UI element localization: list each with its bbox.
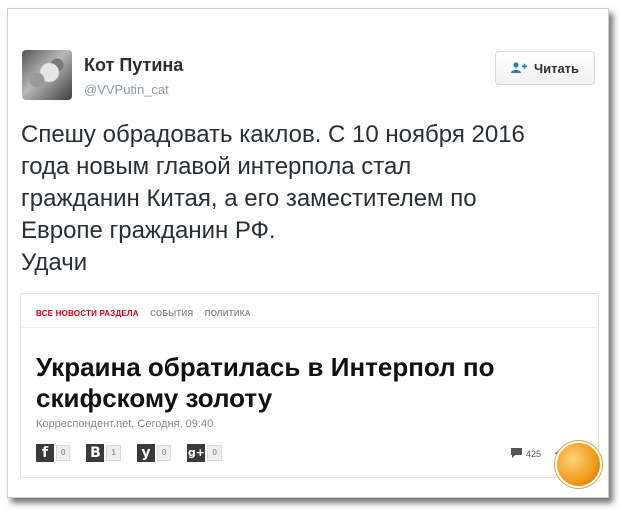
nav-all-news[interactable]: ВСЕ НОВОСТИ РАЗДЕЛА [36,309,139,318]
vk-icon: B [86,444,105,462]
google-plus-icon: g+ [187,444,206,462]
tweet-line: Удачи [21,249,88,276]
tweet-card: Кот Путина @VVPutin_cat Читать Спешу обр… [7,8,609,498]
tweet-line: гражданин Китая, а его заместителем по [21,185,477,212]
nav-politics[interactable]: ПОЛИТИКА [205,309,251,318]
share-count: 0 [156,445,172,461]
twitter-icon: y [136,444,155,462]
share-bar: f 0 B 1 y 0 g+ 0 [36,444,222,462]
author-handle[interactable]: @VVPutin_cat [84,82,169,97]
comment-icon [511,448,522,460]
article-source: Корреспондент.net, Сегодня, 09:40 [36,418,214,430]
share-count: 0 [207,445,222,461]
nav-events[interactable]: СОБЫТИЯ [150,309,193,318]
tweet-line: Спешу обрадовать каклов. С 10 ноября 201… [21,121,525,148]
author-name[interactable]: Кот Путина [84,55,183,76]
share-twitter[interactable]: y 0 [136,444,172,462]
embedded-article[interactable]: ВСЕ НОВОСТИ РАЗДЕЛА СОБЫТИЯ ПОЛИТИКА Укр… [20,293,599,478]
comments-count: 425 [526,449,542,459]
avatar[interactable] [22,50,72,100]
article-nav: ВСЕ НОВОСТИ РАЗДЕЛА СОБЫТИЯ ПОЛИТИКА [36,309,260,318]
tweet-text: Спешу обрадовать каклов. С 10 ноября 201… [21,119,606,279]
follow-button[interactable]: Читать [495,51,595,85]
share-facebook[interactable]: f 0 [36,444,71,462]
divider [21,327,598,328]
tweet-line: года новым главой интерпола стал [21,153,412,180]
facebook-icon: f [36,444,54,462]
share-count: 0 [56,445,71,461]
share-count: 1 [106,445,121,461]
share-vk[interactable]: B 1 [86,444,121,462]
share-google-plus[interactable]: g+ 0 [187,444,222,462]
follow-label: Читать [533,60,580,76]
article-headline[interactable]: Украина обратилась в Интерпол по скифско… [36,352,581,414]
tweet-line: Европе гражданин РФ. [21,217,276,244]
add-user-icon [510,62,527,74]
